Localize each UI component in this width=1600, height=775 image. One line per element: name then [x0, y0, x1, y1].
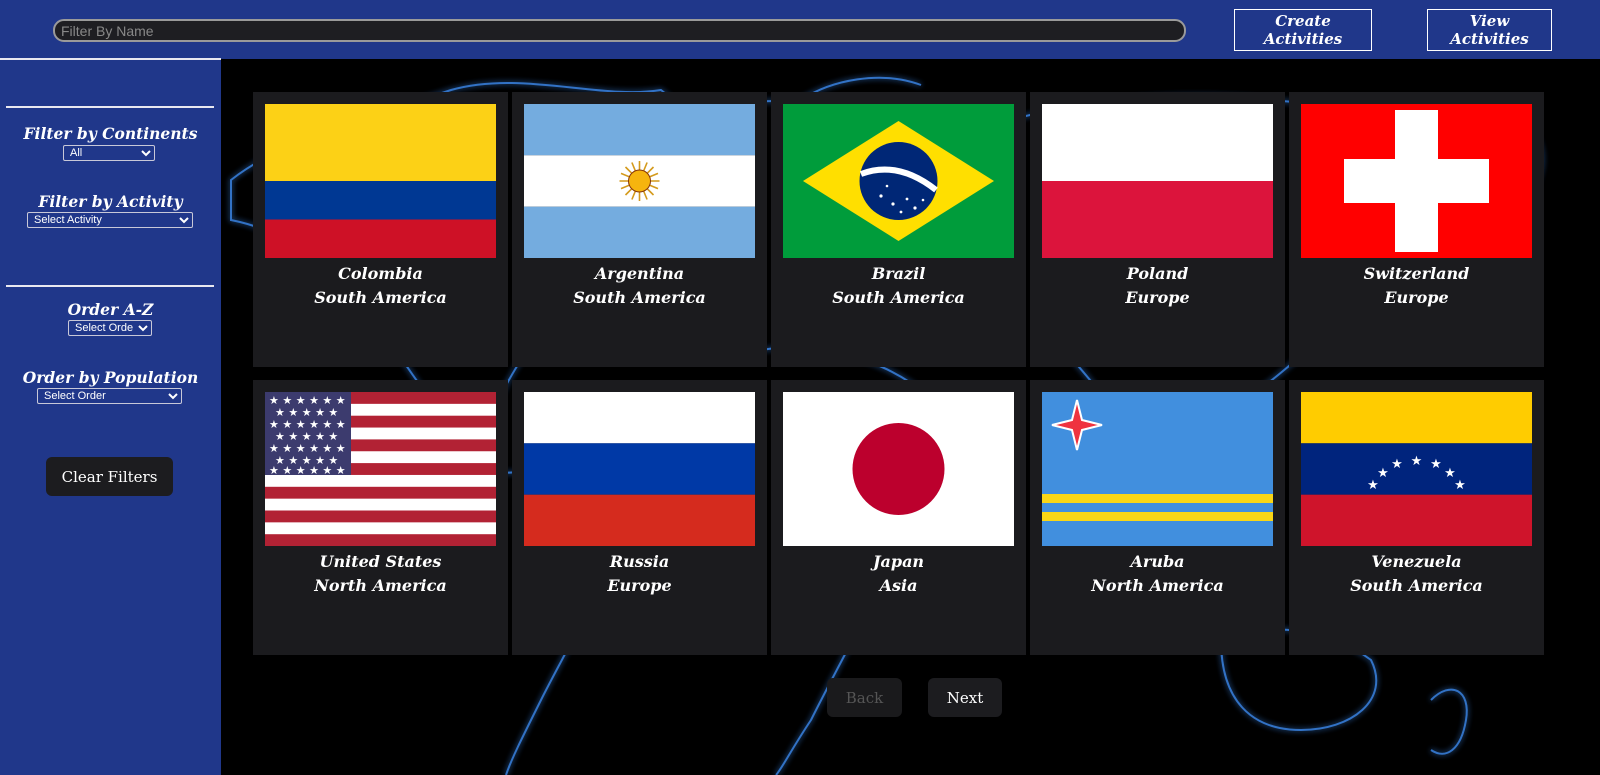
- country-continent: Europe: [1125, 288, 1190, 307]
- country-continent: South America: [832, 288, 965, 307]
- country-card[interactable]: Japan Asia: [771, 380, 1026, 655]
- country-continent: South America: [1350, 576, 1483, 595]
- country-name: Russia: [609, 552, 670, 571]
- svg-text:★: ★: [1454, 478, 1466, 493]
- russia-flag: [524, 392, 755, 546]
- country-name: United States: [319, 552, 442, 571]
- venezuela-flag: ★ ★ ★ ★ ★ ★ ★: [1301, 392, 1532, 546]
- svg-text:★: ★: [1391, 457, 1403, 472]
- switzerland-flag: [1301, 104, 1532, 258]
- brazil-flag: [783, 104, 1014, 258]
- svg-text:★ ★ ★ ★ ★ ★: ★ ★ ★ ★ ★ ★: [269, 464, 346, 477]
- country-card[interactable]: Switzerland Europe: [1289, 92, 1544, 367]
- colombia-flag: [265, 104, 496, 258]
- country-continent: Asia: [879, 576, 918, 595]
- divider: [6, 285, 214, 287]
- country-name: Switzerland: [1363, 264, 1470, 283]
- country-card[interactable]: Russia Europe: [512, 380, 767, 655]
- filter-continents-label: Filter by Continents: [23, 124, 198, 143]
- clear-filters-button[interactable]: Clear Filters: [46, 457, 173, 496]
- poland-flag: [1042, 104, 1273, 258]
- country-continent: North America: [314, 576, 447, 595]
- back-button[interactable]: Back: [827, 678, 902, 717]
- aruba-flag: [1042, 392, 1273, 546]
- country-card[interactable]: ★ ★ ★ ★ ★ ★ ★ ★ ★ ★ ★ ★ ★ ★ ★ ★ ★ ★ ★ ★ …: [253, 380, 508, 655]
- country-name: Argentina: [594, 264, 685, 283]
- svg-text:★: ★: [1411, 454, 1423, 469]
- top-navbar: Create Activities View Activities: [0, 0, 1600, 59]
- svg-text:★: ★: [1430, 457, 1442, 472]
- filter-activity-label: Filter by Activity: [38, 192, 183, 211]
- country-name: Japan: [872, 552, 925, 571]
- country-card[interactable]: Colombia South America: [253, 92, 508, 367]
- country-card[interactable]: Poland Europe: [1030, 92, 1285, 367]
- country-continent: South America: [314, 288, 447, 307]
- japan-flag: [783, 392, 1014, 546]
- filter-sidebar: Filter by Continents All Filter by Activ…: [0, 60, 221, 775]
- country-name: Aruba: [1130, 552, 1185, 571]
- create-activities-button[interactable]: Create Activities: [1234, 9, 1372, 51]
- next-button[interactable]: Next: [928, 678, 1002, 717]
- usa-flag: ★ ★ ★ ★ ★ ★ ★ ★ ★ ★ ★ ★ ★ ★ ★ ★ ★ ★ ★ ★ …: [265, 392, 496, 546]
- view-activities-button[interactable]: View Activities: [1427, 9, 1552, 51]
- countries-area: Colombia South America Argentina South A…: [221, 60, 1600, 775]
- country-name: Poland: [1126, 264, 1189, 283]
- country-continent: Europe: [607, 576, 672, 595]
- country-name: Venezuela: [1371, 552, 1462, 571]
- order-population-label: Order by Population: [22, 368, 199, 387]
- argentina-flag: [524, 104, 755, 258]
- search-input[interactable]: [53, 19, 1186, 42]
- divider: [6, 106, 214, 108]
- country-card[interactable]: ★ ★ ★ ★ ★ ★ ★ Venezuela South America: [1289, 380, 1544, 655]
- country-continent: Europe: [1384, 288, 1449, 307]
- country-name: Brazil: [871, 264, 926, 283]
- country-card[interactable]: Brazil South America: [771, 92, 1026, 367]
- country-continent: South America: [573, 288, 706, 307]
- country-name: Colombia: [338, 264, 423, 283]
- country-continent: North America: [1091, 576, 1224, 595]
- svg-text:★: ★: [1377, 466, 1389, 481]
- country-card[interactable]: Aruba North America: [1030, 380, 1285, 655]
- continent-select[interactable]: All: [63, 145, 155, 161]
- country-card[interactable]: Argentina South America: [512, 92, 767, 367]
- order-population-select[interactable]: Select Order: [37, 388, 182, 404]
- order-az-label: Order A-Z: [67, 300, 154, 319]
- activity-select[interactable]: Select Activity: [27, 212, 193, 228]
- order-az-select[interactable]: Select Order: [68, 320, 152, 336]
